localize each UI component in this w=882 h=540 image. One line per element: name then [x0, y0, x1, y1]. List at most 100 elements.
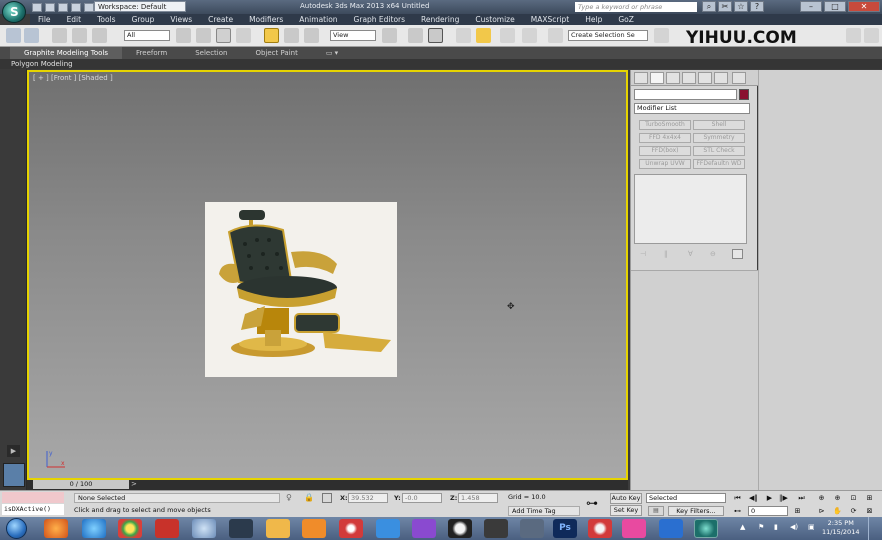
keyboard-shortcut-icon[interactable]: [428, 28, 443, 43]
zbrush-taskbar-icon[interactable]: [448, 519, 472, 538]
key-mode-icon[interactable]: ▤: [648, 506, 664, 516]
tab-graphite-modeling-tools[interactable]: Graphite Modeling Tools: [10, 47, 123, 59]
reference-coord-dropdown[interactable]: View: [330, 30, 376, 41]
save-file-icon[interactable]: [58, 2, 68, 12]
menu-goz[interactable]: GoZ: [610, 14, 642, 25]
goto-start-icon[interactable]: ⏮: [732, 493, 743, 503]
start-button[interactable]: [6, 518, 27, 539]
y-coord-field[interactable]: -0.0: [402, 493, 442, 503]
previous-frame-icon[interactable]: ◀‖: [748, 493, 759, 503]
ribbon-panel-label[interactable]: Polygon Modeling: [11, 60, 73, 68]
menu-graph-editors[interactable]: Graph Editors: [346, 14, 414, 25]
time-slider[interactable]: 0 / 100 >: [27, 480, 628, 490]
filezilla-taskbar-icon[interactable]: [155, 519, 179, 538]
network-app-taskbar-icon[interactable]: [192, 519, 216, 538]
snaps-toggle-icon[interactable]: [456, 28, 471, 43]
tools-icon[interactable]: ✂: [718, 1, 732, 12]
dropbox-taskbar-icon[interactable]: [376, 519, 400, 538]
new-file-icon[interactable]: [32, 2, 42, 12]
maxscript-mini-listener[interactable]: [3, 463, 25, 487]
tab-object-paint[interactable]: Object Paint: [241, 47, 311, 59]
render-setup-icon[interactable]: [846, 28, 861, 43]
menu-group[interactable]: Group: [124, 14, 163, 25]
spinner-snap-icon[interactable]: [522, 28, 537, 43]
menu-modifiers[interactable]: Modifiers: [241, 14, 291, 25]
folder-taskbar-icon[interactable]: [266, 519, 290, 538]
pan-view-icon[interactable]: ✋: [832, 506, 843, 516]
search-icon[interactable]: ⌕: [702, 1, 716, 12]
modifier-button-shell[interactable]: Shell: [693, 120, 745, 130]
workspace-dropdown[interactable]: Workspace: Default: [94, 1, 186, 12]
named-selection-dropdown[interactable]: Create Selection Se: [568, 30, 648, 41]
internet-explorer-taskbar-icon[interactable]: [82, 519, 106, 538]
utilities-tab-icon[interactable]: [714, 72, 728, 84]
pivot-center-icon[interactable]: [382, 28, 397, 43]
action-center-icon[interactable]: ⚑: [758, 523, 764, 531]
goto-end-icon[interactable]: ⏭: [796, 493, 807, 503]
modifier-list-dropdown[interactable]: Modifier List: [634, 103, 750, 114]
minimize-button[interactable]: –: [800, 1, 822, 12]
show-end-result-icon[interactable]: ‖: [664, 250, 668, 258]
search-input[interactable]: Type a keyword or phrase: [575, 2, 697, 12]
next-frame-icon[interactable]: ‖▶: [778, 493, 789, 503]
unlink-icon[interactable]: [72, 28, 87, 43]
make-unique-icon[interactable]: ∀: [688, 250, 693, 258]
tray-expand-icon[interactable]: ▲: [740, 523, 745, 531]
volume-icon[interactable]: ◀): [790, 523, 798, 531]
selection-lock-icon[interactable]: 🔒: [304, 493, 314, 502]
isolate-selection-icon[interactable]: ♀: [286, 493, 292, 502]
menu-tools[interactable]: Tools: [89, 14, 123, 25]
viewport-front[interactable]: [ + ] [Front ] [Shaded ] ✥ y x: [27, 70, 628, 480]
explorer-taskbar-icon[interactable]: [520, 519, 544, 538]
selection-filter-dropdown[interactable]: All: [124, 30, 170, 41]
window-crossing-icon[interactable]: [236, 28, 251, 43]
object-color-swatch[interactable]: [739, 89, 749, 100]
pink-app-taskbar-icon[interactable]: [622, 519, 646, 538]
select-rotate-icon[interactable]: [284, 28, 299, 43]
redo-quick-icon[interactable]: [84, 2, 94, 12]
help-icon[interactable]: ?: [750, 1, 764, 12]
modifier-button-unwrap-uvw[interactable]: Unwrap UVW: [639, 159, 691, 169]
3dsmax-taskbar-icon[interactable]: [694, 519, 718, 538]
bind-space-warp-icon[interactable]: [92, 28, 107, 43]
modify-tab-icon[interactable]: [650, 72, 664, 84]
zoom-extents-icon[interactable]: ⊡: [848, 493, 859, 503]
close-button[interactable]: ✕: [848, 1, 880, 12]
hierarchy-tab-icon[interactable]: [666, 72, 680, 84]
firefox-taskbar-icon[interactable]: [44, 519, 68, 538]
display-tab-icon[interactable]: [698, 72, 712, 84]
menu-create[interactable]: Create: [200, 14, 241, 25]
maxscript-listener-output[interactable]: [2, 492, 64, 503]
pin-stack-icon[interactable]: ⊣: [640, 250, 646, 258]
auto-key-button[interactable]: Auto Key: [610, 493, 642, 504]
edit-named-selection-icon[interactable]: [548, 28, 563, 43]
percent-snap-icon[interactable]: [500, 28, 515, 43]
orbit-icon[interactable]: ⟳: [848, 506, 859, 516]
absolute-mode-icon[interactable]: [322, 493, 332, 503]
modifier-button-symmetry[interactable]: Symmetry: [693, 133, 745, 143]
modifier-stack-view[interactable]: [634, 174, 747, 244]
create-tab-icon[interactable]: [634, 72, 648, 84]
menu-rendering[interactable]: Rendering: [413, 14, 467, 25]
app-taskbar-icon[interactable]: [339, 519, 363, 538]
x-coord-field[interactable]: 39.532: [348, 493, 388, 503]
open-file-icon[interactable]: [45, 2, 55, 12]
show-desktop-button[interactable]: [868, 517, 882, 540]
camera-app-taskbar-icon[interactable]: [484, 519, 508, 538]
maximize-button[interactable]: □: [824, 1, 846, 12]
redo-icon[interactable]: [24, 28, 39, 43]
time-configuration-icon[interactable]: ⊞: [792, 506, 803, 516]
remove-modifier-icon[interactable]: ⊖: [710, 250, 716, 258]
blue-app-taskbar-icon[interactable]: [659, 519, 683, 538]
tab-selection[interactable]: Selection: [181, 47, 241, 59]
zoom-all-icon[interactable]: ⊕: [832, 493, 843, 503]
app-menu-button[interactable]: S: [2, 1, 26, 23]
set-key-icon[interactable]: ⊶: [586, 496, 598, 510]
mirror-icon[interactable]: [654, 28, 669, 43]
key-mode-toggle-icon[interactable]: ⊷: [732, 506, 743, 516]
video-app-taskbar-icon[interactable]: [229, 519, 253, 538]
zoom-extents-all-icon[interactable]: ⊞: [864, 493, 875, 503]
chrome-taskbar-icon[interactable]: [118, 519, 142, 538]
wrench-tab-icon[interactable]: [732, 72, 746, 84]
key-selection-dropdown[interactable]: Selected: [646, 493, 726, 503]
